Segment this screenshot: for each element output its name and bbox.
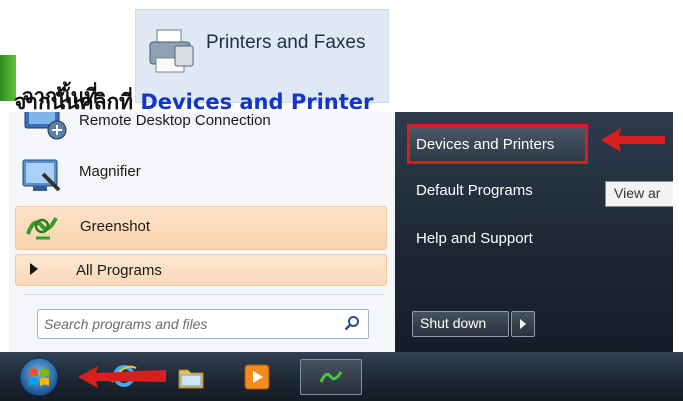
printers-faxes-label: Printers and Faxes — [206, 32, 366, 53]
shutdown-button[interactable]: Shut down — [412, 311, 509, 337]
search-icon[interactable] — [344, 315, 360, 331]
greenshot-icon — [26, 217, 58, 240]
greenshot-taskbar-icon — [319, 371, 343, 383]
devices-printers-button[interactable]: Devices and Printers — [407, 124, 588, 164]
shutdown-options-button[interactable] — [511, 311, 535, 337]
arrow-right-icon — [520, 319, 526, 329]
tooltip: View ar — [605, 181, 673, 207]
red-arrow-pointer-icon — [601, 128, 665, 152]
taskbar — [0, 352, 683, 401]
media-player-icon[interactable] — [244, 364, 270, 390]
remote-desktop-icon — [24, 112, 67, 140]
program-item-label: Greenshot — [80, 218, 151, 235]
program-item-magnifier[interactable]: Magnifier — [15, 154, 385, 198]
program-item-greenshot[interactable]: Greenshot — [15, 206, 387, 250]
program-item-remote-desktop[interactable]: Remote Desktop Connection — [15, 112, 385, 144]
all-programs-label: All Programs — [76, 262, 162, 279]
all-programs-button[interactable]: All Programs — [15, 254, 387, 286]
start-menu: Remote Desktop Connection Magnifier Gree… — [9, 112, 673, 364]
start-orb-icon[interactable] — [12, 356, 66, 398]
folder-icon[interactable] — [177, 364, 205, 390]
divider — [23, 294, 383, 295]
help-support-button[interactable]: Help and Support — [416, 230, 533, 247]
default-programs-button[interactable]: Default Programs — [416, 182, 533, 199]
program-item-label: Magnifier — [79, 163, 141, 180]
magnifier-icon — [22, 159, 61, 192]
greenshot-taskbar-button[interactable] — [300, 359, 362, 395]
program-item-label: Remote Desktop Connection — [79, 112, 271, 129]
instruction-caption-2-highlight: Devices and Printer — [140, 90, 374, 114]
instruction-caption-2-text: จากนั้นคลิกที่ — [14, 90, 141, 114]
printer-fax-icon — [149, 29, 194, 73]
search-box[interactable] — [37, 309, 369, 339]
red-arrow-pointer-icon — [78, 366, 166, 388]
start-menu-programs-pane: Remote Desktop Connection Magnifier Gree… — [9, 112, 395, 364]
arrow-right-icon — [30, 263, 38, 275]
devices-printers-label: Devices and Printers — [416, 136, 555, 153]
search-input[interactable] — [42, 312, 326, 336]
